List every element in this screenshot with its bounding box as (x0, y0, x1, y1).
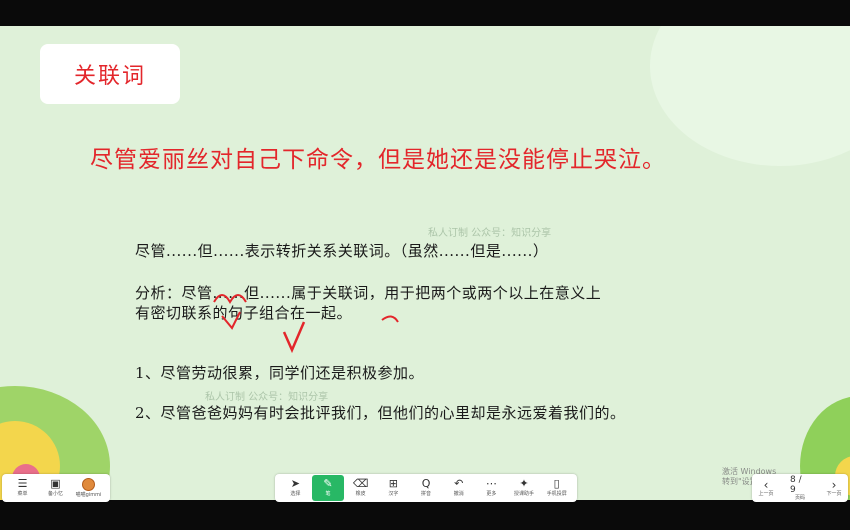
eraser-tool[interactable]: ⌫ 橡皮 (344, 475, 377, 501)
select-tool[interactable]: ➤ 选择 (279, 475, 312, 501)
next-page-button[interactable]: › 下一页 (824, 479, 844, 498)
prev-page-button[interactable]: ‹ 上一页 (756, 479, 776, 498)
ink-stroke-check-big (282, 321, 306, 354)
chevron-left-icon: ‹ (763, 477, 769, 492)
ink-stroke-arc (213, 294, 247, 305)
bottom-black-bar (0, 500, 850, 530)
slide-canvas: 关联词 尽管爱丽丝对自己下命令，但是她还是没能停止哭泣。 尽管......但..… (0, 26, 850, 500)
more-button[interactable]: ⋯ 更多 (475, 475, 508, 501)
undo-icon: ↶ (454, 477, 464, 490)
undo-button[interactable]: ↶ 撤消 (442, 475, 475, 501)
page-navigator: ‹ 上一页 8 / 9 页码 › 下一页 (752, 474, 848, 502)
ink-stroke-check (221, 311, 241, 330)
chevron-right-icon: › (831, 477, 837, 492)
top-black-bar (0, 0, 850, 26)
left-toolbar: ☰ 菜单 ▣ 备小忆 喵喵gimmi (2, 474, 110, 502)
board-icon: ▣ (50, 477, 61, 490)
hanzi-tool[interactable]: ⊞ 汉字 (377, 475, 410, 501)
phone-icon: ▯ (553, 477, 560, 490)
page-indicator[interactable]: 8 / 9 页码 (790, 475, 810, 502)
eraser-icon: ⌫ (352, 477, 369, 490)
pen-tool[interactable]: ✎ 笔 (311, 475, 345, 501)
menu-icon: ☰ (17, 477, 28, 490)
search-icon: Q (421, 477, 431, 490)
teaching-assistant-button[interactable]: ✦ 授课助手 (508, 475, 541, 501)
phone-cast-button[interactable]: ▯ 手机投屏 (540, 475, 573, 501)
pen-annotations (213, 294, 399, 354)
select-icon: ➤ (290, 477, 300, 490)
text-icon: ⊞ (388, 477, 398, 490)
page-count: 8 / 9 (790, 474, 802, 495)
pen-icon: ✎ (323, 477, 333, 490)
avatar (82, 477, 95, 491)
ink-stroke-hook (381, 315, 399, 323)
more-icon: ⋯ (485, 477, 497, 490)
user-button[interactable]: 喵喵gimmi (72, 477, 105, 499)
cast-icon: ✦ (519, 477, 529, 490)
board-button[interactable]: ▣ 备小忆 (39, 478, 72, 498)
menu-button[interactable]: ☰ 菜单 (6, 478, 39, 498)
pinyin-tool[interactable]: Q 拼音 (410, 475, 443, 501)
drawing-toolbar: ➤ 选择 ✎ 笔 ⌫ 橡皮 ⊞ 汉字 Q 拼音 ↶ 撤消 ⋯ 更多 ✦ 授课助手… (275, 474, 577, 502)
